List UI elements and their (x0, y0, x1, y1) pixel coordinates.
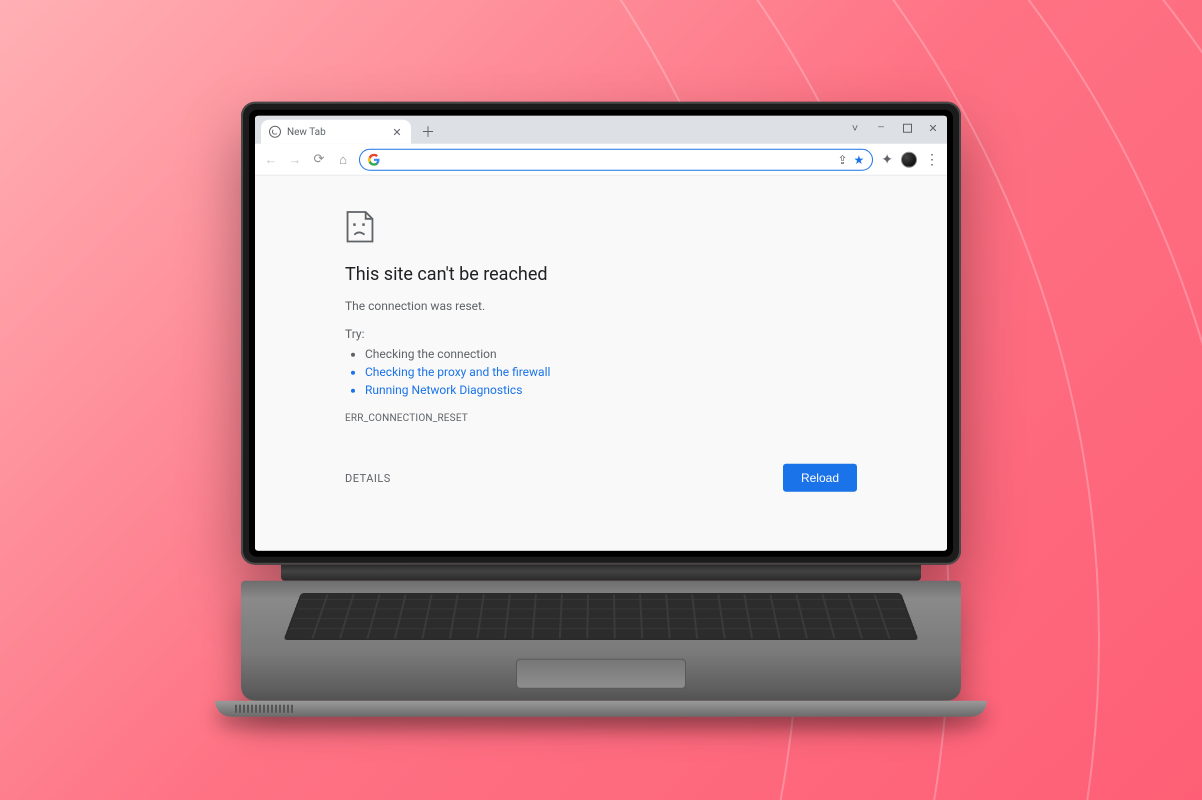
globe-icon (269, 126, 281, 138)
google-icon (368, 153, 380, 165)
browser-window: New Tab ✕ ＋ ← → ⟳ ⌂ (255, 116, 947, 551)
laptop-trackpad (516, 659, 686, 689)
tab-new-tab[interactable]: New Tab ✕ (261, 120, 411, 144)
speaker-grille (235, 705, 295, 713)
maximize-button[interactable] (901, 122, 913, 135)
laptop-keyboard (283, 593, 918, 640)
url-input[interactable] (386, 153, 831, 165)
new-tab-button[interactable]: ＋ (417, 121, 439, 143)
laptop-mockup: New Tab ✕ ＋ ← → ⟳ ⌂ (241, 102, 961, 717)
laptop-hinge (281, 565, 921, 581)
sad-page-icon (345, 210, 375, 244)
suggestion-item: Checking the connection (365, 345, 857, 363)
laptop-deck (241, 581, 961, 701)
chevron-down-icon[interactable] (849, 122, 861, 135)
browser-toolbar: ← → ⟳ ⌂ ⇪ ★ ✦ (255, 144, 947, 176)
suggestion-link-proxy[interactable]: Checking the proxy and the firewall (365, 363, 857, 381)
reload-icon-button[interactable]: ⟳ (311, 151, 327, 167)
error-subtitle: The connection was reset. (345, 299, 857, 313)
error-code: ERR_CONNECTION_RESET (345, 413, 857, 424)
kebab-menu-icon[interactable]: ⋮ (925, 151, 939, 167)
home-button[interactable]: ⌂ (335, 151, 351, 167)
suggestion-list: Checking the connection Checking the pro… (365, 345, 857, 399)
bookmark-star-icon[interactable]: ★ (854, 152, 865, 166)
extensions-icon[interactable]: ✦ (881, 151, 893, 167)
reload-button[interactable]: Reload (783, 464, 857, 492)
tab-strip: New Tab ✕ ＋ (255, 116, 947, 144)
laptop-front-edge (215, 701, 987, 717)
tab-title: New Tab (287, 126, 326, 137)
window-close-button[interactable] (927, 122, 939, 135)
share-icon[interactable]: ⇪ (837, 152, 847, 166)
minimize-button[interactable] (875, 122, 887, 135)
window-controls (849, 122, 939, 135)
error-title: This site can't be reached (345, 264, 857, 285)
forward-button[interactable]: → (287, 151, 303, 167)
try-label: Try: (345, 327, 857, 341)
tab-close-button[interactable]: ✕ (391, 126, 403, 138)
back-button[interactable]: ← (263, 151, 279, 167)
profile-avatar[interactable] (901, 151, 917, 167)
error-page: This site can't be reached The connectio… (255, 176, 947, 551)
address-bar[interactable]: ⇪ ★ (359, 148, 873, 170)
suggestion-link-diagnostics[interactable]: Running Network Diagnostics (365, 381, 857, 399)
details-button[interactable]: DETAILS (345, 471, 391, 484)
